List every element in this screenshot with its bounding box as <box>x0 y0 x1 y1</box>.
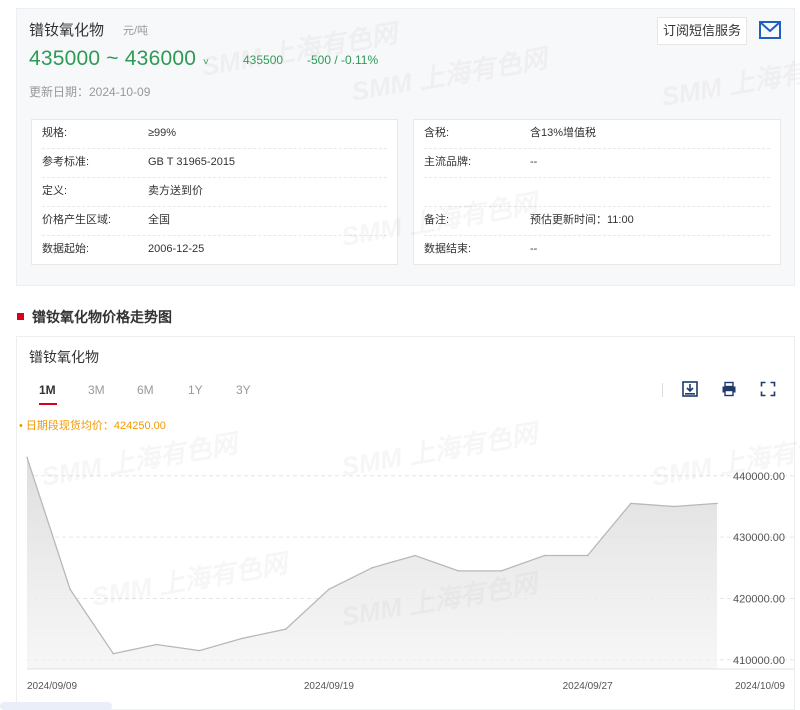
spec-value: 全国 <box>148 214 170 226</box>
spec-key: 规格: <box>42 127 68 139</box>
y-tick-label: 410000.00 <box>733 655 785 667</box>
data-point <box>112 652 115 655</box>
x-tick-label: 2024/09/09 <box>27 681 77 692</box>
price-summary-card: 镨钕氧化物 元/吨 435000 ~ 436000 ˅ 435500 -500 … <box>16 8 795 286</box>
data-point <box>69 588 71 591</box>
price-range: 435000 ~ 436000 <box>29 47 197 70</box>
subscribe-sms-button[interactable]: 订阅短信服务 <box>657 17 747 45</box>
section-title-text: 镨钕氧化物价格走势图 <box>32 309 172 325</box>
horizontal-scrollbar[interactable] <box>0 702 112 710</box>
data-point <box>198 649 201 652</box>
spec-row: 数据结束: -- <box>424 236 770 265</box>
spec-row: 参考标准: GB T 31965-2015 <box>42 149 387 178</box>
data-point <box>500 570 503 572</box>
data-point <box>414 554 416 557</box>
data-point <box>629 502 632 505</box>
spec-row: 定义: 卖方送到价 <box>42 178 387 207</box>
average-price: 435500 <box>243 53 284 67</box>
spec-value: 预估更新时间：11:00 <box>530 214 634 226</box>
spec-key: 价格产生区域: <box>42 214 112 226</box>
spec-value: 卖方送到价 <box>148 185 203 197</box>
spec-row: 主流品牌: -- <box>424 149 770 178</box>
spec-row: 数据起始: 2006-12-25 <box>42 236 387 265</box>
price-down-icon: ˅ <box>203 57 209 68</box>
spec-table-left: 规格: ≥99% 参考标准: GB T 31965-2015 定义: 卖方送到价价格产生区… <box>31 119 398 265</box>
spec-value: GB T 31965-2015 <box>148 156 236 168</box>
spec-row: 备注: 预估更新时间：11:00 <box>424 207 770 236</box>
area-fill <box>27 457 717 669</box>
tab-1y[interactable]: 1Y <box>188 383 203 397</box>
spec-key: 数据起始: <box>42 243 90 255</box>
product-name: 镨钕氧化物 <box>29 22 105 39</box>
spec-value: -- <box>530 156 538 168</box>
print-icon[interactable] <box>721 381 737 397</box>
price-trend-chart: 410000.00 420000.00 430000.00 440000.00 2024… <box>26 456 794 692</box>
spec-table-right: 含税: 含13%增值税主流品牌: -- 备注: 预估更新时间：11:00 数据结束: -- <box>413 119 781 265</box>
data-point <box>241 637 244 640</box>
fullscreen-icon[interactable] <box>760 381 776 397</box>
section-title: 镨钕氧化物价格走势图 <box>17 307 172 327</box>
spec-value: 2006-12-25 <box>148 243 205 255</box>
data-point <box>586 554 589 557</box>
spec-key: 备注: <box>424 214 450 226</box>
data-point <box>371 567 373 569</box>
y-tick-label: 440000.00 <box>733 471 785 483</box>
data-point <box>284 628 287 630</box>
y-tick-label: 430000.00 <box>733 532 785 544</box>
y-tick-label: 420000.00 <box>733 593 785 605</box>
spec-value: ≥99% <box>148 127 177 139</box>
price-chart-card: 镨钕氧化物 1M 3M 6M 1Y 3Y • 日期段现货均价：424250.00… <box>16 336 795 710</box>
price-change: -500 / -0.11% <box>307 53 379 67</box>
spec-key: 含税: <box>424 127 450 139</box>
data-point <box>457 570 460 572</box>
spec-row: 价格产生区域: 全国 <box>42 207 387 236</box>
spec-row <box>424 178 770 207</box>
tab-1m[interactable]: 1M <box>39 383 56 397</box>
data-point <box>543 554 546 557</box>
update-date: 更新日期：2024-10-09 <box>29 85 151 99</box>
data-point <box>673 505 675 508</box>
x-tick-label: 2024/09/19 <box>304 681 354 692</box>
spec-row: 含税: 含13%增值税 <box>424 120 770 149</box>
mail-icon[interactable] <box>759 21 781 39</box>
spec-key: 数据结束: <box>424 243 472 255</box>
spec-key: 定义: <box>42 185 68 197</box>
download-image-icon[interactable] <box>682 381 698 397</box>
spec-value: 含13%增值税 <box>530 127 597 139</box>
tab-6m[interactable]: 6M <box>137 383 154 397</box>
spec-key: 主流品牌: <box>424 156 472 168</box>
section-marker-icon <box>17 313 24 320</box>
price-unit: 元/吨 <box>123 25 149 37</box>
tab-3m[interactable]: 3M <box>88 383 105 397</box>
data-point <box>328 588 330 591</box>
toolbar-divider <box>662 383 663 397</box>
chart-name: 镨钕氧化物 <box>29 349 99 365</box>
data-point <box>26 456 28 459</box>
period-average-label: • 日期段现货均价：424250.00 <box>19 420 166 432</box>
spec-row: 规格: ≥99% <box>42 120 387 149</box>
x-tick-label: 2024/10/09 <box>735 681 785 692</box>
active-tab-underline <box>39 403 57 405</box>
x-tick-label: 2024/09/27 <box>563 681 613 692</box>
data-point <box>155 643 158 646</box>
spec-key: 参考标准: <box>42 156 90 168</box>
data-point <box>716 502 718 505</box>
spec-value: -- <box>530 243 538 255</box>
tab-3y[interactable]: 3Y <box>236 383 251 397</box>
